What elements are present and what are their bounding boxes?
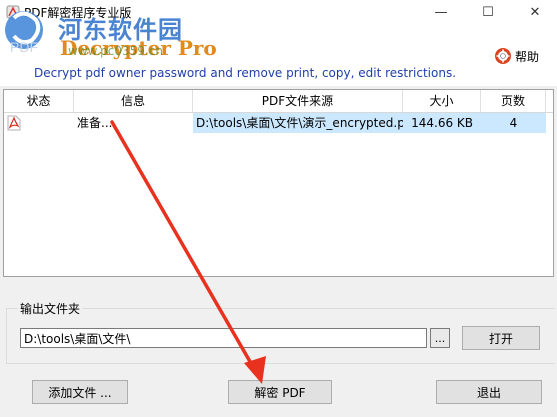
row-size-cell: 144.66 KB: [403, 113, 481, 133]
col-status[interactable]: 状态: [4, 90, 74, 112]
col-info[interactable]: 信息: [74, 90, 193, 112]
help-button[interactable]: 帮助: [495, 47, 539, 65]
file-table[interactable]: 状态 信息 PDF文件来源 大小 页数 准备... D:\tools\桌面\文件…: [3, 89, 554, 277]
pdf-file-icon: [7, 115, 21, 131]
output-folder-label: 输出文件夹: [18, 300, 83, 317]
table-row[interactable]: 准备... D:\tools\桌面\文件\演示_encrypted.pdf 14…: [4, 113, 553, 133]
decrypt-pdf-button[interactable]: 解密 PDF: [228, 380, 332, 404]
product-url: www.pc0359.cn: [68, 44, 163, 58]
exit-button[interactable]: 退出: [436, 380, 542, 404]
col-pages[interactable]: 页数: [481, 90, 546, 112]
output-path-input[interactable]: [20, 328, 427, 348]
row-pages-cell: 4: [481, 113, 546, 133]
col-size[interactable]: 大小: [403, 90, 481, 112]
row-source-cell: D:\tools\桌面\文件\演示_encrypted.pdf: [193, 113, 403, 133]
row-status-cell: [4, 113, 74, 133]
col-source[interactable]: PDF文件来源: [193, 90, 403, 112]
table-header: 状态 信息 PDF文件来源 大小 页数: [4, 90, 553, 113]
lifebuoy-icon: [495, 48, 511, 64]
browse-button[interactable]: ...: [430, 328, 450, 348]
add-file-button[interactable]: 添加文件 ...: [32, 380, 128, 404]
row-info-cell: 准备...: [77, 116, 113, 130]
close-button[interactable]: ✕: [512, 0, 557, 24]
help-label: 帮助: [515, 49, 540, 64]
minimize-button[interactable]: —: [418, 0, 464, 24]
maximize-button[interactable]: ☐: [465, 0, 511, 24]
open-folder-button[interactable]: 打开: [462, 326, 540, 350]
tagline: Decrypt pdf owner password and remove pr…: [34, 66, 457, 80]
watermark-logo-icon: PDF: [5, 11, 43, 52]
svg-text:PDF: PDF: [10, 39, 38, 52]
